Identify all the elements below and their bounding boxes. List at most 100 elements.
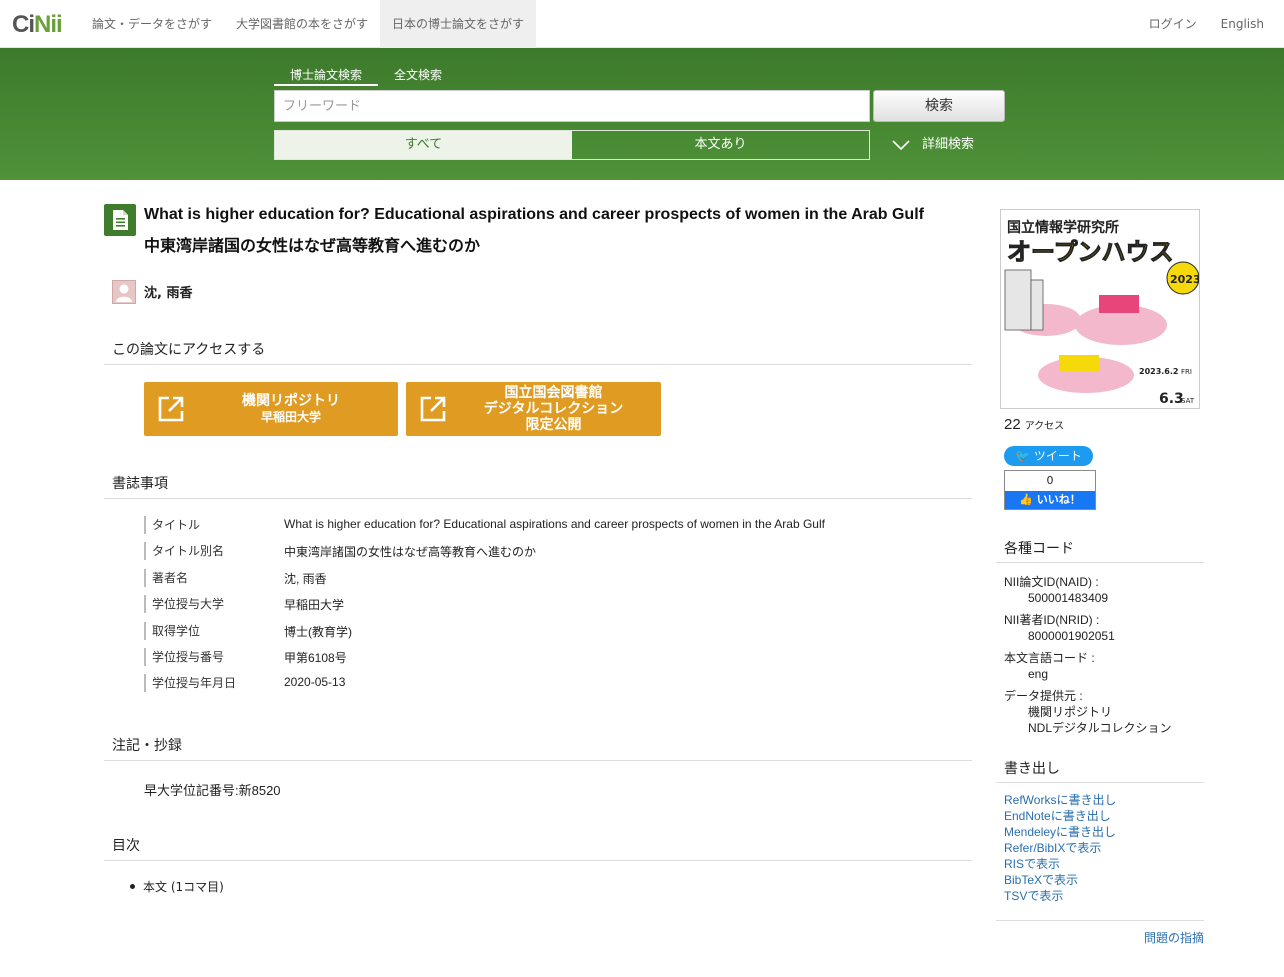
banner-year: 2023 — [1170, 273, 1200, 286]
twitter-bird-icon: 🐦 — [1015, 449, 1034, 463]
ndl-access-line2: デジタルコレクション — [483, 401, 624, 417]
export-mendeley-link[interactable]: Mendeleyに書き出し — [1004, 824, 1116, 840]
biblio-table: タイトル What is higher education for? Educat… — [144, 514, 944, 699]
export-refworks-link[interactable]: RefWorksに書き出し — [1004, 792, 1116, 808]
biblio-value: What is higher education for? Educationa… — [284, 517, 825, 531]
top-navigation: CiNii 論文・データをさがす 大学図書館の本をさがす 日本の博士論文をさがす… — [0, 0, 1284, 48]
login-link[interactable]: ログイン — [1137, 0, 1209, 48]
thesis-title: What is higher education for? Educationa… — [144, 206, 924, 223]
tweet-label: ツイート — [1033, 449, 1082, 463]
ndl-access-line3: 限定公開 — [525, 417, 582, 433]
biblio-key: タイトル — [144, 516, 200, 534]
report-problem-link[interactable]: 問題の指摘 — [1144, 929, 1204, 946]
divider — [996, 920, 1204, 921]
code-value: 500001483409 — [1028, 591, 1109, 605]
export-bibtex-link[interactable]: BibTeXで表示 — [1004, 872, 1116, 888]
tab-dissertation-search[interactable]: 博士論文検索 — [274, 62, 379, 86]
external-link-icon — [158, 396, 184, 422]
advanced-search-label: 詳細検索 — [922, 137, 975, 152]
biblio-value: 博士(教育学) — [284, 624, 352, 639]
tweet-button[interactable]: 🐦 ツイート — [1004, 446, 1093, 466]
biblio-value: 甲第6108号 — [284, 650, 347, 665]
like-count: 0 — [1005, 471, 1095, 491]
like-button[interactable]: 👍 いいね！ — [1005, 491, 1095, 509]
biblio-row: 学位授与番号 甲第6108号 — [144, 646, 944, 672]
author-name[interactable]: 沈, 雨香 — [144, 282, 192, 301]
biblio-row: タイトル別名 中東湾岸諸国の女性はなぜ高等教育へ進むのか — [144, 540, 944, 566]
tab-fulltext-search[interactable]: 全文検索 — [378, 62, 458, 86]
notes-heading: 注記・抄録 — [104, 735, 972, 761]
codes-heading: 各種コード — [996, 538, 1204, 563]
toc-list: 本文 (1コマ目) — [130, 878, 224, 895]
access-section-heading: この論文にアクセスする — [104, 339, 972, 365]
banner-title: オープンハウス — [1007, 238, 1174, 266]
thumbs-up-icon: 👍 — [1019, 493, 1037, 506]
nav-link-books[interactable]: 大学図書館の本をさがす — [224, 0, 380, 48]
repository-access-button[interactable]: 機関リポジトリ 早稲田大学 — [144, 382, 398, 436]
banner-org: 国立情報学研究所 — [1007, 219, 1119, 236]
code-value: 8000001902051 — [1028, 629, 1115, 643]
logo-text-suffix: Nii — [34, 11, 63, 38]
banner-day2: SAT — [1181, 397, 1195, 405]
biblio-key: 取得学位 — [144, 621, 200, 640]
search-band: 博士論文検索 全文検索 検索 すべて 本文あり 詳細検索 — [0, 48, 1284, 180]
export-list: RefWorksに書き出し EndNoteに書き出し Mendeleyに書き出し… — [1004, 792, 1116, 904]
banner-day1: FRI — [1181, 368, 1192, 376]
biblio-key: 著者名 — [144, 568, 188, 587]
access-count-unit: アクセス — [1024, 421, 1065, 432]
export-ris-link[interactable]: RISで表示 — [1004, 856, 1116, 872]
ndl-access-label: 国立国会図書館 デジタルコレクション 限定公開 — [446, 382, 661, 436]
open-house-banner[interactable]: 国立情報学研究所 オープンハウス 2023 2023.6.2 FRI 6.3 S… — [1000, 209, 1200, 409]
toc-item[interactable]: 本文 (1コマ目) — [143, 878, 224, 895]
external-link-icon — [420, 396, 446, 422]
nav-link-dissertations[interactable]: 日本の博士論文をさがす — [380, 0, 537, 48]
biblio-key: 学位授与大学 — [144, 595, 224, 614]
english-link[interactable]: English — [1209, 0, 1276, 48]
author-avatar — [112, 280, 136, 304]
code-value: eng — [1028, 667, 1049, 681]
biblio-value: 早稲田大学 — [284, 598, 345, 613]
toc-heading: 目次 — [104, 835, 972, 861]
banner-date1: 2023.6.2 — [1139, 367, 1178, 376]
nav-link-articles[interactable]: 論文・データをさがす — [80, 0, 224, 48]
bullet-icon — [130, 884, 135, 889]
filter-fulltext[interactable]: 本文あり — [572, 131, 869, 159]
filter-all[interactable]: すべて — [275, 131, 572, 159]
cinii-logo[interactable]: CiNii — [12, 11, 63, 39]
ndl-access-line1: 国立国会図書館 — [504, 385, 603, 401]
biblio-row: タイトル What is higher education for? Educat… — [144, 514, 944, 540]
facebook-like-widget: 0 👍 いいね！ — [1004, 470, 1096, 510]
biblio-key: 学位授与年月日 — [144, 674, 236, 693]
code-key: NII論文ID(NAID) : — [1004, 575, 1099, 589]
search-tabs: 博士論文検索 全文検索 — [274, 62, 458, 86]
biblio-value-author[interactable]: 沈, 雨香 — [284, 570, 327, 587]
export-endnote-link[interactable]: EndNoteに書き出し — [1004, 808, 1116, 824]
nav-right: ログイン English — [1137, 0, 1276, 48]
nav-links: 論文・データをさがす 大学図書館の本をさがす 日本の博士論文をさがす — [80, 0, 537, 48]
fulltext-filter: すべて 本文あり — [274, 130, 870, 160]
logo-text-prefix: Ci — [12, 11, 35, 38]
code-value: 機関リポジトリ — [1028, 705, 1113, 719]
code-key: 本文言語コード : — [1004, 651, 1095, 665]
advanced-search-toggle[interactable]: 詳細検索 — [892, 130, 974, 160]
export-tsv-link[interactable]: TSVで表示 — [1004, 888, 1116, 904]
biblio-value: 2020-05-13 — [284, 675, 346, 690]
export-heading: 書き出し — [996, 758, 1204, 783]
repository-access-line2: 早稲田大学 — [260, 410, 321, 424]
biblio-row: 学位授与年月日 2020-05-13 — [144, 672, 944, 698]
search-input[interactable] — [274, 90, 870, 122]
export-refer-link[interactable]: Refer/BibIXで表示 — [1004, 840, 1116, 856]
ndl-access-button[interactable]: 国立国会図書館 デジタルコレクション 限定公開 — [406, 382, 661, 436]
biblio-key: 学位授与番号 — [144, 647, 224, 666]
code-key: データ提供元 : — [1004, 689, 1083, 703]
notes-text: 早大学位記番号:新8520 — [144, 783, 281, 798]
biblio-row: 著者名 沈, 雨香 — [144, 567, 944, 593]
thesis-title-alt: 中東湾岸諸国の女性はなぜ高等教育へ進むのか — [144, 236, 481, 255]
search-button[interactable]: 検索 — [873, 90, 1005, 122]
code-value: NDLデジタルコレクション — [1028, 721, 1172, 735]
biblio-row: 取得学位 博士(教育学) — [144, 620, 944, 646]
biblio-value: 中東湾岸諸国の女性はなぜ高等教育へ進むのか — [284, 545, 537, 560]
biblio-row: 学位授与大学 早稲田大学 — [144, 593, 944, 619]
repository-access-label: 機関リポジトリ 早稲田大学 — [184, 382, 398, 436]
repository-access-line1: 機関リポジトリ — [242, 393, 340, 409]
